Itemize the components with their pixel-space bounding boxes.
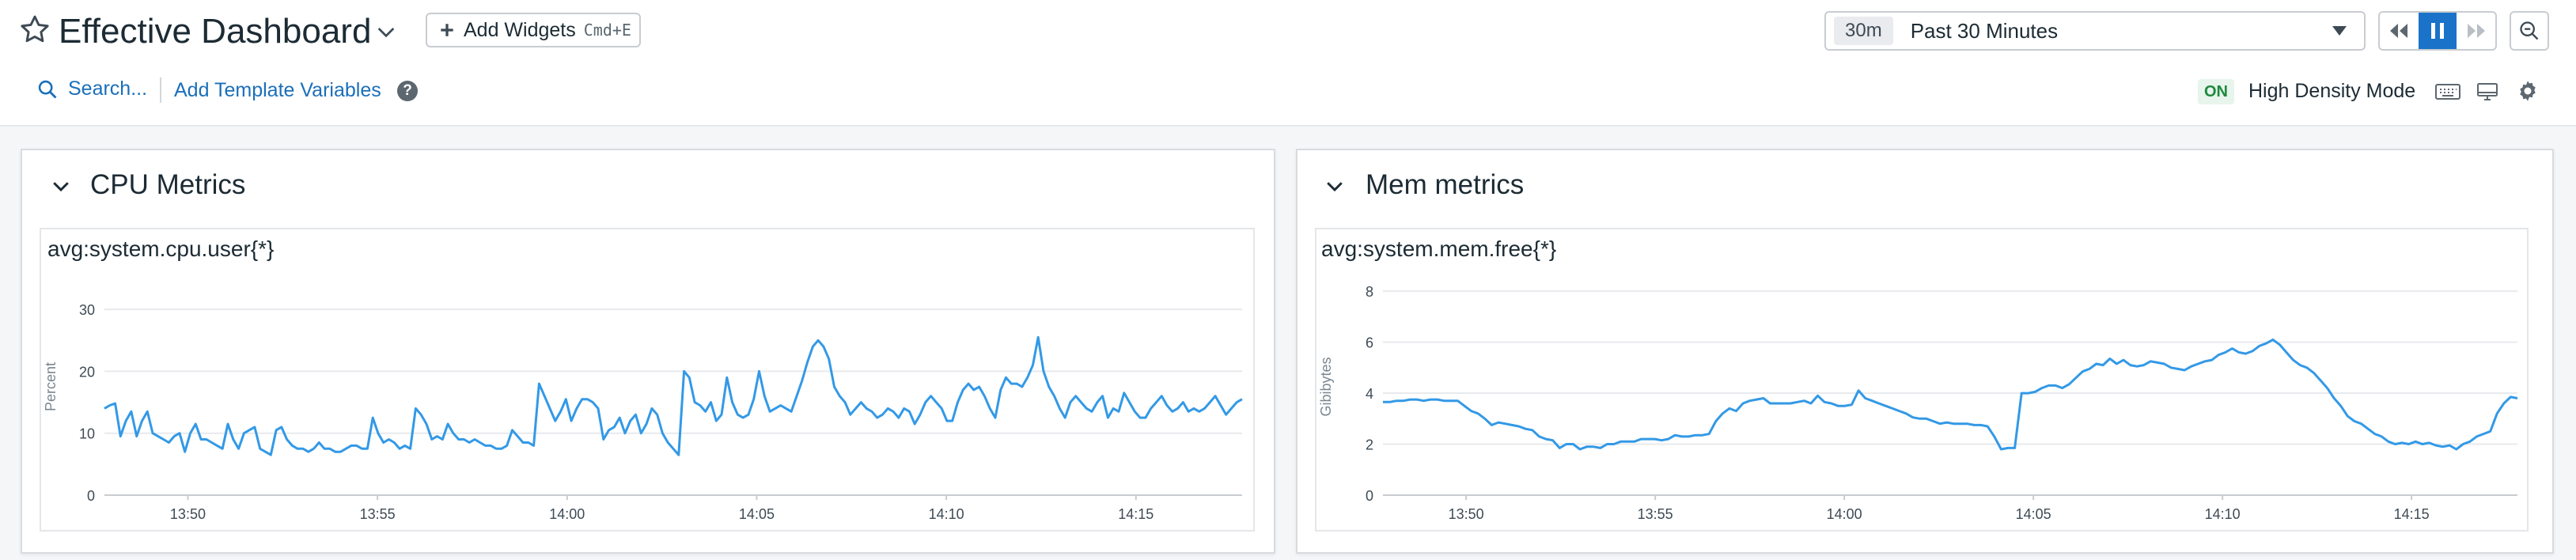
widget-title: avg:system.cpu.user{*} [47,236,275,261]
x-tick-label: 14:10 [929,506,964,522]
plus-icon [441,24,453,36]
y-tick-label: 0 [87,488,95,504]
x-tick-label: 13:55 [360,506,396,522]
collapse-chevron-icon[interactable] [1323,174,1347,198]
pause-icon [2431,23,2444,39]
x-tick-label: 14:00 [1827,506,1862,522]
zoom-out-icon [2520,21,2539,40]
y-tick-label: 6 [1366,335,1373,351]
fast-forward-button[interactable] [2457,13,2495,49]
x-tick-label: 14:10 [2205,506,2241,522]
search-label: Search... [68,78,148,100]
tv-mode-icon[interactable] [2476,81,2498,103]
widget-title: avg:system.mem.free{*} [1321,236,1557,261]
y-tick-label: 8 [1366,284,1373,300]
star-icon[interactable] [17,13,52,47]
series-line [1383,338,2518,451]
search-icon [38,80,57,98]
zoom-out-button[interactable] [2510,11,2549,51]
rewind-icon [2390,24,2408,38]
series-line [104,335,1243,456]
rewind-button[interactable] [2380,13,2419,49]
high-density-status-badge: ON [2198,79,2234,104]
y-tick-label: 2 [1366,437,1373,453]
y-tick-label: 10 [79,426,95,442]
y-tick-label: 0 [1366,488,1373,504]
add-widgets-shortcut: Cmd+E [583,21,631,40]
gear-icon[interactable] [2516,79,2540,103]
caret-down-icon [2332,26,2347,36]
chevron-down-icon[interactable] [373,19,399,44]
y-tick-label: 30 [79,302,95,318]
x-tick-label: 14:15 [1118,506,1154,522]
collapse-chevron-icon[interactable] [49,174,73,198]
y-axis-label: Percent [43,362,59,411]
x-tick-label: 13:55 [1638,506,1673,522]
x-tick-label: 14:15 [2394,506,2430,522]
cpu-chart[interactable]: 0 10 20 30 13:50 13:55 14:00 14:05 14:10 14:15 Per… [41,269,1253,530]
x-tick-label: 14:00 [549,506,585,522]
mem-chart[interactable]: 0 2 4 6 8 13:50 13:55 14:00 14:05 14:10 14:15 Gibib… [1316,269,2527,530]
pause-button[interactable] [2418,13,2457,49]
search-button[interactable]: Search... [36,78,147,100]
x-tick-label: 13:50 [170,506,206,522]
x-tick-label: 14:05 [2016,506,2051,522]
high-density-mode-toggle[interactable]: High Density Mode [2248,80,2415,103]
time-range-select[interactable]: 30m Past 30 Minutes [1824,11,2366,51]
group-title[interactable]: Mem metrics [1366,168,1524,202]
y-tick-label: 20 [79,364,95,380]
y-axis-label: Gibibytes [1318,357,1334,416]
add-template-variables-link[interactable]: Add Template Variables [174,79,381,102]
x-tick-label: 13:50 [1449,506,1484,522]
dashboard-title[interactable]: Effective Dashboard [59,8,371,55]
keyboard-icon[interactable] [2435,82,2460,101]
add-widgets-label: Add Widgets [464,18,576,41]
x-tick-label: 14:05 [739,506,775,522]
time-range-badge: 30m [1834,17,1893,45]
fast-forward-icon [2467,24,2485,38]
add-widgets-button[interactable]: Add Widgets Cmd+E [426,13,641,47]
time-range-label: Past 30 Minutes [1910,18,2059,43]
group-title[interactable]: CPU Metrics [90,168,245,202]
playback-controls [2378,11,2497,51]
help-icon[interactable]: ? [397,81,418,101]
y-tick-label: 4 [1366,386,1373,402]
toolbar-divider [160,78,161,103]
